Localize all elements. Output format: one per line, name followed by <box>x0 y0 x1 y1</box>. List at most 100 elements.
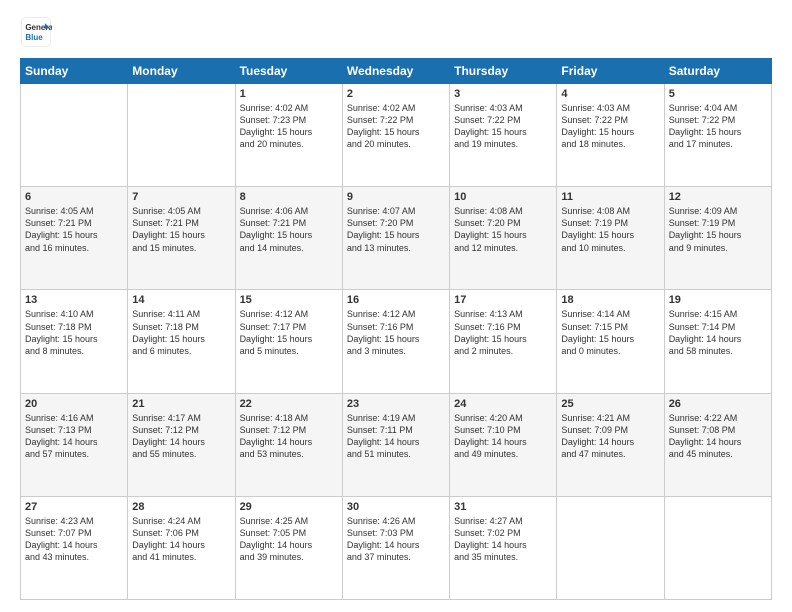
day-cell-22: 22 Sunrise: 4:18 AM Sunset: 7:12 PM Dayli… <box>235 393 342 496</box>
day-cell-15: 15Sunrise: 4:12 AM Sunset: 7:17 PM Dayli… <box>235 290 342 393</box>
day-info: Sunrise: 4:21 AM Sunset: 7:09 PM Dayligh… <box>561 412 659 461</box>
day-info: Sunrise: 4:08 AM Sunset: 7:20 PM Dayligh… <box>454 205 552 254</box>
day-cell-17: 17 Sunrise: 4:13 AM Sunset: 7:16 PM Dayli… <box>450 290 557 393</box>
day-info: Sunrise: 4:25 AM Sunset: 7:05 PM Dayligh… <box>240 515 338 564</box>
day-cell-20: 20 Sunrise: 4:16 AM Sunset: 7:13 PM Dayli… <box>21 393 128 496</box>
day-info: Sunrise: 4:10 AM Sunset: 7:18 PM Dayligh… <box>25 308 123 357</box>
day-info: Sunrise: 4:05 AM Sunset: 7:21 PM Dayligh… <box>25 205 123 254</box>
day-number: 7 <box>132 191 230 203</box>
day-cell-9: 9 Sunrise: 4:07 AM Sunset: 7:20 PM Daylig… <box>342 187 449 290</box>
day-number: 10 <box>454 191 552 203</box>
weekday-header-friday: Friday <box>557 59 664 84</box>
day-number: 23 <box>347 398 445 410</box>
day-cell-26: 26 Sunrise: 4:22 AM Sunset: 7:08 PM Dayli… <box>664 393 771 496</box>
day-number: 22 <box>240 398 338 410</box>
week-row-3: 20 Sunrise: 4:16 AM Sunset: 7:13 PM Dayli… <box>21 393 772 496</box>
logo: General Blue <box>20 16 56 48</box>
day-info: Sunrise: 4:14 AM Sunset: 7:15 PM Dayligh… <box>561 308 659 357</box>
day-number: 3 <box>454 88 552 100</box>
day-number: 8 <box>240 191 338 203</box>
day-number: 4 <box>561 88 659 100</box>
day-info: Sunrise: 4:02 AM Sunset: 7:22 PM Dayligh… <box>347 102 445 151</box>
day-cell-30: 30Sunrise: 4:26 AM Sunset: 7:03 PM Dayli… <box>342 496 449 599</box>
weekday-header-row: SundayMondayTuesdayWednesdayThursdayFrid… <box>21 59 772 84</box>
day-number: 20 <box>25 398 123 410</box>
day-cell-empty <box>557 496 664 599</box>
svg-text:Blue: Blue <box>25 33 43 42</box>
day-cell-empty <box>128 84 235 187</box>
week-row-0: 1 Sunrise: 4:02 AM Sunset: 7:23 PM Daylig… <box>21 84 772 187</box>
day-info: Sunrise: 4:19 AM Sunset: 7:11 PM Dayligh… <box>347 412 445 461</box>
day-number: 1 <box>240 88 338 100</box>
day-info: Sunrise: 4:04 AM Sunset: 7:22 PM Dayligh… <box>669 102 767 151</box>
day-info: Sunrise: 4:07 AM Sunset: 7:20 PM Dayligh… <box>347 205 445 254</box>
day-number: 19 <box>669 294 767 306</box>
day-info: Sunrise: 4:13 AM Sunset: 7:16 PM Dayligh… <box>454 308 552 357</box>
day-cell-12: 12 Sunrise: 4:09 AM Sunset: 7:19 PM Dayli… <box>664 187 771 290</box>
day-cell-empty <box>664 496 771 599</box>
week-row-4: 27 Sunrise: 4:23 AM Sunset: 7:07 PM Dayli… <box>21 496 772 599</box>
day-number: 12 <box>669 191 767 203</box>
day-info: Sunrise: 4:17 AM Sunset: 7:12 PM Dayligh… <box>132 412 230 461</box>
weekday-header-thursday: Thursday <box>450 59 557 84</box>
day-info: Sunrise: 4:23 AM Sunset: 7:07 PM Dayligh… <box>25 515 123 564</box>
day-info: Sunrise: 4:27 AM Sunset: 7:02 PM Dayligh… <box>454 515 552 564</box>
weekday-header-monday: Monday <box>128 59 235 84</box>
calendar: SundayMondayTuesdayWednesdayThursdayFrid… <box>20 58 772 600</box>
day-cell-4: 4 Sunrise: 4:03 AM Sunset: 7:22 PM Daylig… <box>557 84 664 187</box>
day-number: 5 <box>669 88 767 100</box>
day-number: 9 <box>347 191 445 203</box>
weekday-header-wednesday: Wednesday <box>342 59 449 84</box>
day-cell-25: 25Sunrise: 4:21 AM Sunset: 7:09 PM Dayli… <box>557 393 664 496</box>
day-cell-2: 2Sunrise: 4:02 AM Sunset: 7:22 PM Daylig… <box>342 84 449 187</box>
day-info: Sunrise: 4:16 AM Sunset: 7:13 PM Dayligh… <box>25 412 123 461</box>
day-info: Sunrise: 4:15 AM Sunset: 7:14 PM Dayligh… <box>669 308 767 357</box>
week-row-1: 6 Sunrise: 4:05 AM Sunset: 7:21 PM Daylig… <box>21 187 772 290</box>
day-number: 30 <box>347 501 445 513</box>
day-cell-empty <box>21 84 128 187</box>
day-cell-10: 10 Sunrise: 4:08 AM Sunset: 7:20 PM Dayli… <box>450 187 557 290</box>
day-info: Sunrise: 4:02 AM Sunset: 7:23 PM Dayligh… <box>240 102 338 151</box>
day-cell-13: 13 Sunrise: 4:10 AM Sunset: 7:18 PM Dayli… <box>21 290 128 393</box>
day-cell-5: 5 Sunrise: 4:04 AM Sunset: 7:22 PM Daylig… <box>664 84 771 187</box>
day-info: Sunrise: 4:22 AM Sunset: 7:08 PM Dayligh… <box>669 412 767 461</box>
day-cell-11: 11 Sunrise: 4:08 AM Sunset: 7:19 PM Dayli… <box>557 187 664 290</box>
day-info: Sunrise: 4:08 AM Sunset: 7:19 PM Dayligh… <box>561 205 659 254</box>
day-cell-18: 18 Sunrise: 4:14 AM Sunset: 7:15 PM Dayli… <box>557 290 664 393</box>
day-cell-29: 29 Sunrise: 4:25 AM Sunset: 7:05 PM Dayli… <box>235 496 342 599</box>
day-cell-6: 6 Sunrise: 4:05 AM Sunset: 7:21 PM Daylig… <box>21 187 128 290</box>
day-info: Sunrise: 4:18 AM Sunset: 7:12 PM Dayligh… <box>240 412 338 461</box>
day-number: 17 <box>454 294 552 306</box>
day-cell-28: 28Sunrise: 4:24 AM Sunset: 7:06 PM Dayli… <box>128 496 235 599</box>
day-cell-3: 3 Sunrise: 4:03 AM Sunset: 7:22 PM Daylig… <box>450 84 557 187</box>
day-number: 14 <box>132 294 230 306</box>
day-number: 11 <box>561 191 659 203</box>
day-info: Sunrise: 4:24 AM Sunset: 7:06 PM Dayligh… <box>132 515 230 564</box>
day-number: 18 <box>561 294 659 306</box>
header: General Blue <box>20 16 772 48</box>
day-info: Sunrise: 4:09 AM Sunset: 7:19 PM Dayligh… <box>669 205 767 254</box>
week-row-2: 13 Sunrise: 4:10 AM Sunset: 7:18 PM Dayli… <box>21 290 772 393</box>
day-cell-31: 31 Sunrise: 4:27 AM Sunset: 7:02 PM Dayli… <box>450 496 557 599</box>
day-cell-16: 16Sunrise: 4:12 AM Sunset: 7:16 PM Dayli… <box>342 290 449 393</box>
day-number: 29 <box>240 501 338 513</box>
day-number: 13 <box>25 294 123 306</box>
day-number: 6 <box>25 191 123 203</box>
day-cell-7: 7Sunrise: 4:05 AM Sunset: 7:21 PM Daylig… <box>128 187 235 290</box>
day-number: 24 <box>454 398 552 410</box>
day-cell-24: 24Sunrise: 4:20 AM Sunset: 7:10 PM Dayli… <box>450 393 557 496</box>
day-info: Sunrise: 4:06 AM Sunset: 7:21 PM Dayligh… <box>240 205 338 254</box>
day-cell-21: 21Sunrise: 4:17 AM Sunset: 7:12 PM Dayli… <box>128 393 235 496</box>
day-number: 27 <box>25 501 123 513</box>
day-number: 31 <box>454 501 552 513</box>
day-cell-8: 8 Sunrise: 4:06 AM Sunset: 7:21 PM Daylig… <box>235 187 342 290</box>
day-info: Sunrise: 4:11 AM Sunset: 7:18 PM Dayligh… <box>132 308 230 357</box>
day-number: 16 <box>347 294 445 306</box>
weekday-header-tuesday: Tuesday <box>235 59 342 84</box>
day-info: Sunrise: 4:03 AM Sunset: 7:22 PM Dayligh… <box>454 102 552 151</box>
day-number: 26 <box>669 398 767 410</box>
day-cell-14: 14 Sunrise: 4:11 AM Sunset: 7:18 PM Dayli… <box>128 290 235 393</box>
day-info: Sunrise: 4:03 AM Sunset: 7:22 PM Dayligh… <box>561 102 659 151</box>
weekday-header-sunday: Sunday <box>21 59 128 84</box>
page: General Blue SundayMondayTuesdayWednesda… <box>0 0 792 612</box>
